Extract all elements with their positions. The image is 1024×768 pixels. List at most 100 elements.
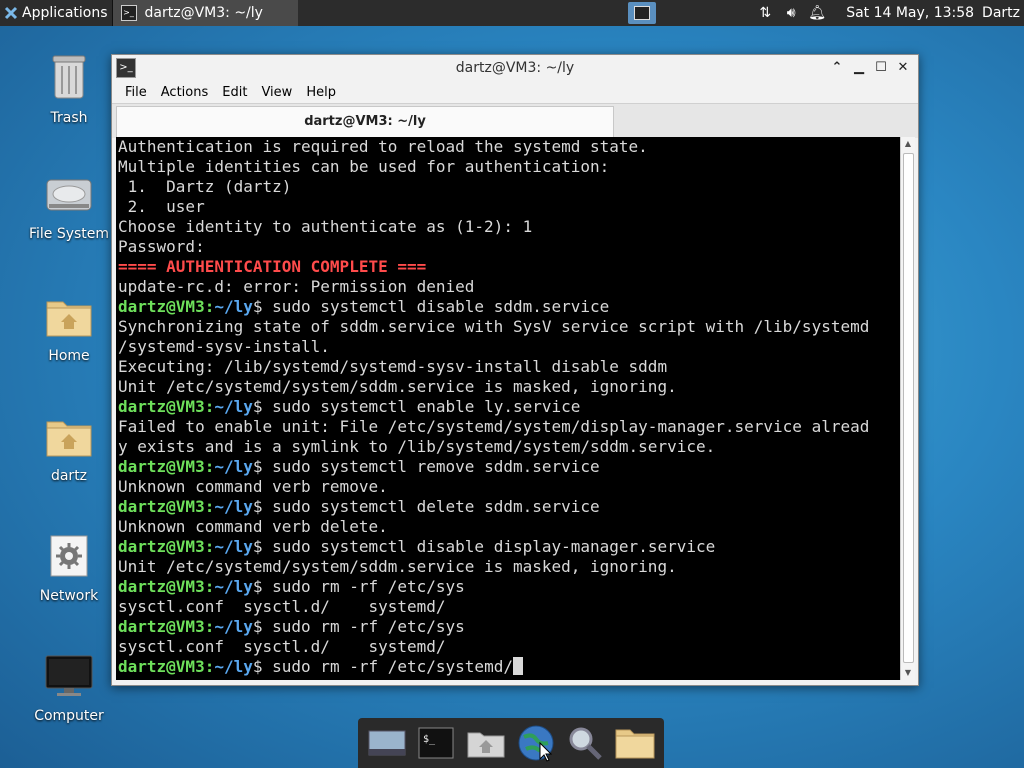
terminal-output-line: 2. user bbox=[118, 197, 900, 217]
tab-bar: dartz@VM3: ~/ly bbox=[112, 103, 918, 138]
terminal-command-line: dartz@VM3:~/ly$ sudo rm -rf /etc/sys bbox=[118, 577, 465, 596]
terminal-icon[interactable]: $_ bbox=[414, 721, 458, 765]
output-text: Choose identity to authenticate as (1-2)… bbox=[118, 217, 533, 236]
desktop-icon-computer[interactable]: Computer bbox=[24, 654, 114, 724]
notification-bell-icon[interactable]: 🔔︎ bbox=[806, 5, 828, 21]
desktop-icon-home[interactable]: Home bbox=[24, 296, 114, 364]
folder-icon[interactable] bbox=[613, 721, 657, 765]
desktop-icon-dartz[interactable]: dartz bbox=[24, 416, 114, 484]
taskbar-window-button[interactable]: >_ dartz@VM3: ~/ly bbox=[111, 0, 298, 26]
prompt-path: ~/ly bbox=[214, 537, 253, 556]
output-text: Authentication is required to reload the… bbox=[118, 137, 648, 156]
terminal-window: >_ dartz@VM3: ~/ly ⌃ ▁ ☐ ✕ File Actions … bbox=[111, 54, 919, 686]
terminal-output[interactable]: Authentication is required to reload the… bbox=[116, 137, 900, 680]
desktop-icon-file-system[interactable]: File System bbox=[24, 176, 114, 242]
terminal-output-line: Unit /etc/systemd/system/sddm.service is… bbox=[118, 377, 900, 397]
terminal-icon: >_ bbox=[116, 58, 136, 78]
maximize-icon[interactable]: ☐ bbox=[870, 57, 892, 79]
web-browser-icon[interactable] bbox=[514, 721, 558, 765]
command-text: $ sudo systemctl remove sddm.service bbox=[252, 457, 600, 476]
clock[interactable]: Sat 14 May, 13:58 bbox=[846, 5, 974, 21]
output-text: Unit /etc/systemd/system/sddm.service is… bbox=[118, 557, 677, 576]
show-desktop-icon[interactable] bbox=[365, 721, 409, 765]
menu-help[interactable]: Help bbox=[299, 85, 343, 100]
command-text: $ sudo rm -rf /etc/sys bbox=[252, 617, 465, 636]
output-text: /systemd-sysv-install. bbox=[118, 337, 330, 356]
prompt-path: ~/ly bbox=[214, 617, 253, 636]
terminal-icon: >_ bbox=[120, 5, 137, 21]
dock: $_ bbox=[358, 718, 664, 768]
window-titlebar[interactable]: >_ dartz@VM3: ~/ly ⌃ ▁ ☐ ✕ bbox=[112, 55, 918, 81]
minimize-icon[interactable]: ▁ bbox=[848, 57, 870, 79]
terminal-scrollbar[interactable]: ▲ ▼ bbox=[900, 137, 915, 680]
terminal-command-line: dartz@VM3:~/ly$ sudo systemctl disable d… bbox=[118, 537, 716, 556]
terminal-output-line: Unit /etc/systemd/system/sddm.service is… bbox=[118, 557, 900, 577]
scrollbar-thumb[interactable] bbox=[903, 153, 914, 663]
home-folder-icon bbox=[46, 301, 92, 337]
terminal-output-line: Password: bbox=[118, 237, 900, 257]
prompt-user: dartz@VM3 bbox=[118, 457, 205, 476]
prompt-path: ~/ly bbox=[214, 577, 253, 596]
terminal-output-line: /systemd-sysv-install. bbox=[118, 337, 900, 357]
desktop-icon-label: dartz bbox=[50, 468, 88, 484]
text-cursor bbox=[512, 657, 523, 675]
terminal-output-line: 1. Dartz (dartz) bbox=[118, 177, 900, 197]
terminal-command-line: dartz@VM3:~/ly$ sudo rm -rf /etc/sys bbox=[118, 617, 465, 636]
menu-file[interactable]: File bbox=[118, 85, 154, 100]
prompt-user: dartz@VM3 bbox=[118, 617, 205, 636]
menu-view[interactable]: View bbox=[254, 85, 299, 100]
prompt-user: dartz@VM3 bbox=[118, 297, 205, 316]
top-panel: Applications >_ dartz@VM3: ~/ly ⇅ 🔊︎ 🔔︎ … bbox=[0, 0, 1024, 26]
close-icon[interactable]: ✕ bbox=[892, 57, 914, 79]
user-menu[interactable]: Dartz bbox=[982, 5, 1020, 21]
window-title: dartz@VM3: ~/ly bbox=[455, 60, 575, 76]
file-manager-icon[interactable] bbox=[464, 721, 508, 765]
output-text: y exists and is a symlink to /lib/system… bbox=[118, 437, 716, 456]
output-text: Unknown command verb remove. bbox=[118, 477, 388, 496]
menu-actions[interactable]: Actions bbox=[154, 85, 216, 100]
terminal-output-line: Synchronizing state of sddm.service with… bbox=[118, 317, 900, 337]
desktop-icon-label: Computer bbox=[34, 708, 104, 724]
tab-terminal[interactable]: dartz@VM3: ~/ly bbox=[116, 106, 614, 137]
output-text: sysctl.conf sysctl.d/ systemd/ bbox=[118, 597, 446, 616]
taskbar-window-title: dartz@VM3: ~/ly bbox=[144, 5, 263, 21]
volume-icon[interactable]: 🔊︎ bbox=[780, 5, 802, 21]
applications-menu[interactable]: Applications bbox=[0, 0, 112, 26]
output-text: Executing: /lib/systemd/systemd-sysv-ins… bbox=[118, 357, 668, 376]
prompt-user: dartz@VM3 bbox=[118, 497, 205, 516]
menubar: File Actions Edit View Help bbox=[112, 81, 918, 103]
scroll-up-icon[interactable]: ▲ bbox=[901, 137, 915, 151]
prompt-user: dartz@VM3 bbox=[118, 537, 205, 556]
output-text: Synchronizing state of sddm.service with… bbox=[118, 317, 870, 336]
system-tray: ⇅ 🔊︎ 🔔︎ Sat 14 May, 13:58 Dartz bbox=[754, 0, 1024, 26]
output-text: Password: bbox=[118, 237, 215, 256]
terminal-output-line: Unknown command verb delete. bbox=[118, 517, 900, 537]
terminal-command-line: dartz@VM3:~/ly$ sudo rm -rf /etc/systemd… bbox=[118, 657, 900, 677]
menu-edit[interactable]: Edit bbox=[215, 85, 254, 100]
scroll-down-icon[interactable]: ▼ bbox=[901, 666, 915, 680]
output-text: ==== AUTHENTICATION COMPLETE === bbox=[118, 257, 427, 276]
command-text: $ sudo rm -rf /etc/systemd/ bbox=[252, 657, 513, 676]
desktop-icon-network[interactable]: Network bbox=[24, 534, 114, 604]
desktop-icon-label: Home bbox=[48, 348, 90, 364]
network-gear-icon bbox=[50, 535, 88, 577]
command-text: $ sudo systemctl delete sddm.service bbox=[252, 497, 600, 516]
command-text: $ sudo systemctl enable ly.service bbox=[252, 397, 581, 416]
terminal-icon bbox=[634, 6, 650, 20]
desktop-icon-label: File System bbox=[28, 226, 110, 242]
terminal-output-line: Unknown command verb remove. bbox=[118, 477, 900, 497]
prompt-path: ~/ly bbox=[214, 657, 253, 676]
terminal-output-line: Executing: /lib/systemd/systemd-sysv-ins… bbox=[118, 357, 900, 377]
desktop-icon-trash[interactable]: Trash bbox=[24, 52, 114, 126]
terminal-output-line: sysctl.conf sysctl.d/ systemd/ bbox=[118, 637, 900, 657]
terminal-launcher-button[interactable] bbox=[628, 2, 656, 24]
shade-icon[interactable]: ⌃ bbox=[826, 57, 848, 79]
terminal-output-line: sysctl.conf sysctl.d/ systemd/ bbox=[118, 597, 900, 617]
network-icon[interactable]: ⇅ bbox=[754, 5, 776, 21]
app-finder-icon[interactable] bbox=[563, 721, 607, 765]
hard-drive-icon bbox=[46, 179, 92, 211]
terminal-output-line: update-rc.d: error: Permission denied bbox=[118, 277, 900, 297]
terminal-command-line: dartz@VM3:~/ly$ sudo systemctl enable ly… bbox=[118, 397, 581, 416]
prompt-user: dartz@VM3 bbox=[118, 397, 205, 416]
terminal-output-line: Failed to enable unit: File /etc/systemd… bbox=[118, 417, 900, 437]
